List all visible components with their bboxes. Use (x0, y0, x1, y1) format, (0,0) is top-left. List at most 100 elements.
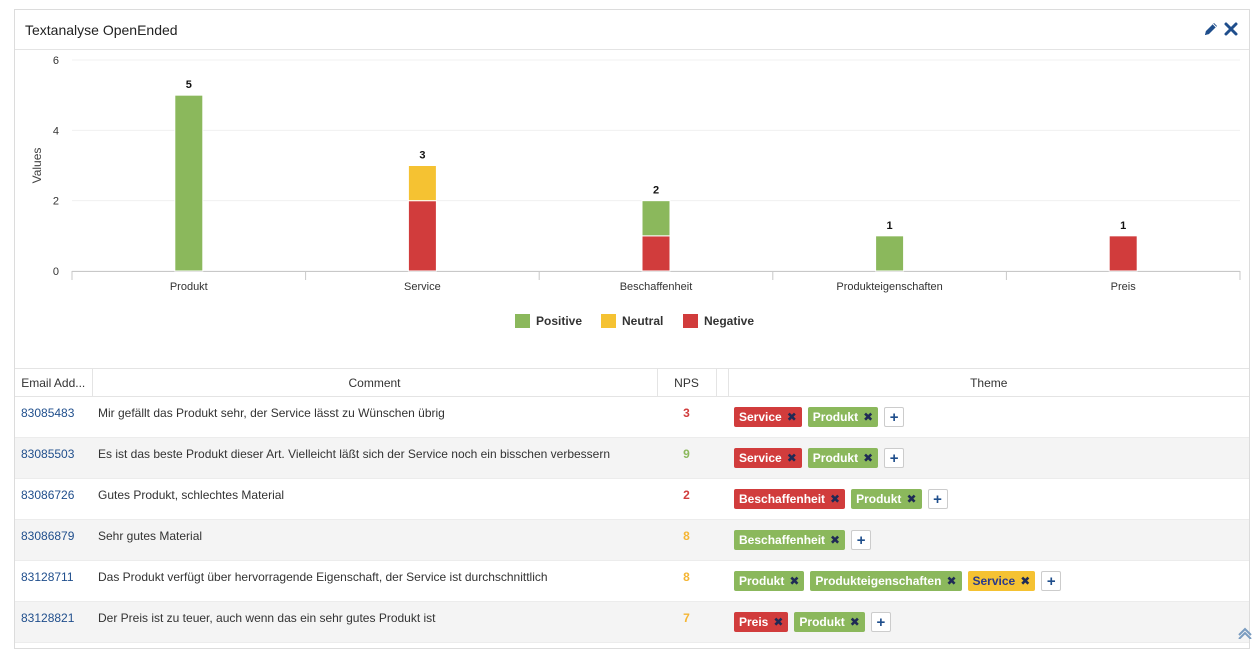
legend-swatch-negative[interactable] (683, 314, 698, 328)
bar-positive-beschaffenheit[interactable] (641, 200, 671, 237)
theme-tag-label: Service (739, 451, 782, 465)
email-cell[interactable]: 83128711 (15, 560, 92, 602)
remove-tag-icon[interactable]: ✖ (787, 451, 797, 465)
remove-tag-icon[interactable]: ✖ (830, 533, 840, 547)
add-theme-button[interactable]: + (884, 407, 905, 427)
table-body: 83085483 Mir gefällt das Produkt sehr, de… (15, 396, 1249, 643)
theme-tag-label: Produkt (739, 574, 785, 588)
email-cell[interactable]: 83086726 (15, 478, 92, 520)
remove-tag-icon[interactable]: ✖ (863, 451, 873, 465)
add-theme-button[interactable]: + (884, 448, 905, 468)
panel-title: Textanalyse OpenEnded (25, 22, 178, 38)
stacked-bar-chart: 0 2 4 6 Values 5 Produkt 3 Service 2 Beschaffenhei… (15, 50, 1249, 350)
theme-tag[interactable]: Produkt ✖ (794, 612, 865, 632)
add-theme-button[interactable]: + (1041, 571, 1062, 591)
bar-positive-produkt[interactable] (174, 94, 204, 272)
theme-tag-label: Produkt (856, 492, 902, 506)
nps-cell: 3 (657, 396, 716, 438)
theme-cell: Produkt ✖ Produkteigenschaften ✖ Service ✖ + (728, 560, 1249, 602)
theme-tag[interactable]: Service ✖ (734, 407, 802, 427)
responses-table-wrap: Email Add... Comment NPS Theme 83085483 M… (15, 368, 1249, 643)
theme-cell: Preis ✖ Produkt ✖ + (728, 601, 1249, 643)
add-theme-button[interactable]: + (870, 612, 891, 632)
remove-tag-icon[interactable]: ✖ (773, 615, 783, 629)
data-label: 1 (1120, 220, 1126, 232)
add-theme-button[interactable]: + (851, 530, 872, 550)
theme-tag[interactable]: Preis ✖ (734, 612, 789, 632)
email-link[interactable]: 83085503 (21, 447, 74, 461)
theme-tag[interactable]: Produkteigenschaften ✖ (810, 571, 962, 591)
remove-tag-icon[interactable]: ✖ (946, 574, 956, 588)
column-header-theme[interactable]: Theme (728, 368, 1249, 397)
theme-tag[interactable]: Beschaffenheit ✖ (734, 530, 846, 550)
theme-tag[interactable]: Service ✖ (734, 448, 802, 468)
column-header-spacer (716, 368, 729, 397)
theme-tag[interactable]: Service ✖ (967, 571, 1036, 591)
theme-cell: Beschaffenheit ✖ Produkt ✖ + (728, 478, 1249, 520)
remove-tag-icon[interactable]: ✖ (1020, 574, 1030, 588)
column-header-comment[interactable]: Comment (92, 368, 658, 397)
table-row: 83128711 Das Produkt verfügt über hervorr… (15, 560, 1249, 602)
close-icon[interactable] (1223, 21, 1239, 37)
x-tick-label: Preis (1111, 281, 1137, 293)
nps-value: 3 (683, 406, 690, 420)
email-link[interactable]: 83128711 (21, 570, 74, 584)
add-theme-button[interactable]: + (927, 489, 948, 509)
legend-label-positive[interactable]: Positive (536, 314, 582, 328)
remove-tag-icon[interactable]: ✖ (863, 410, 873, 424)
email-cell[interactable]: 83085483 (15, 396, 92, 438)
scroll-up-icon[interactable] (1237, 625, 1253, 639)
legend-swatch-neutral[interactable] (601, 314, 616, 328)
column-header-email[interactable]: Email Add... (15, 368, 93, 397)
pencil-icon[interactable] (1203, 21, 1219, 37)
theme-tag-label: Produkteigenschaften (815, 574, 942, 588)
remove-tag-icon[interactable]: ✖ (850, 615, 860, 629)
theme-tag[interactable]: Beschaffenheit ✖ (734, 489, 846, 509)
comment-cell: Gutes Produkt, schlechtes Material (92, 478, 657, 520)
nps-cell: 9 (657, 437, 716, 479)
remove-tag-icon[interactable]: ✖ (906, 492, 916, 506)
remove-tag-icon[interactable]: ✖ (830, 492, 840, 506)
data-label: 1 (887, 220, 893, 232)
bar-negative-preis[interactable] (1108, 235, 1138, 272)
theme-tag[interactable]: Produkt ✖ (807, 407, 879, 427)
theme-tag[interactable]: Produkt ✖ (734, 571, 805, 591)
email-link[interactable]: 83085483 (21, 406, 74, 420)
spacer-cell (716, 519, 728, 561)
nps-cell: 8 (657, 560, 716, 602)
comment-text: Sehr gutes Material (98, 529, 203, 543)
spacer-cell (716, 478, 728, 520)
bar-positive-produkteigenschaften[interactable] (875, 235, 905, 272)
nps-cell: 8 (657, 519, 716, 561)
bar-negative-beschaffenheit[interactable] (641, 235, 671, 272)
y-tick-label: 0 (53, 266, 59, 278)
data-label: 5 (186, 79, 192, 91)
comment-text: Das Produkt verfügt über hervorragende E… (98, 570, 548, 584)
email-link[interactable]: 83128821 (21, 611, 74, 625)
data-label: 3 (419, 150, 425, 162)
y-tick-label: 4 (53, 125, 59, 137)
remove-tag-icon[interactable]: ✖ (789, 574, 799, 588)
theme-tag[interactable]: Produkt ✖ (851, 489, 922, 509)
nps-value: 9 (683, 447, 690, 461)
legend-swatch-positive[interactable] (515, 314, 530, 328)
remove-tag-icon[interactable]: ✖ (787, 410, 797, 424)
column-header-nps[interactable]: NPS (657, 368, 717, 397)
nps-value: 2 (683, 488, 690, 502)
email-link[interactable]: 83086879 (21, 529, 74, 543)
x-tick-label: Produkteigenschaften (836, 281, 942, 293)
email-cell[interactable]: 83128821 (15, 601, 92, 643)
theme-tag[interactable]: Produkt ✖ (807, 448, 879, 468)
legend-label-neutral[interactable]: Neutral (622, 314, 663, 328)
email-cell[interactable]: 83085503 (15, 437, 92, 479)
comment-text: Mir gefällt das Produkt sehr, der Servic… (98, 406, 445, 420)
theme-cell: Service ✖ Produkt ✖ + (728, 437, 1249, 479)
bar-negative-service[interactable] (407, 200, 437, 272)
email-cell[interactable]: 83086879 (15, 519, 92, 561)
email-link[interactable]: 83086726 (21, 488, 74, 502)
comment-text: Es ist das beste Produkt dieser Art. Vie… (98, 447, 611, 461)
table-row: 83086879 Sehr gutes Material 8 Beschaffenhe… (15, 519, 1249, 561)
x-tick-label: Produkt (170, 281, 208, 293)
legend-label-negative[interactable]: Negative (704, 314, 754, 328)
bar-neutral-service[interactable] (407, 165, 437, 202)
